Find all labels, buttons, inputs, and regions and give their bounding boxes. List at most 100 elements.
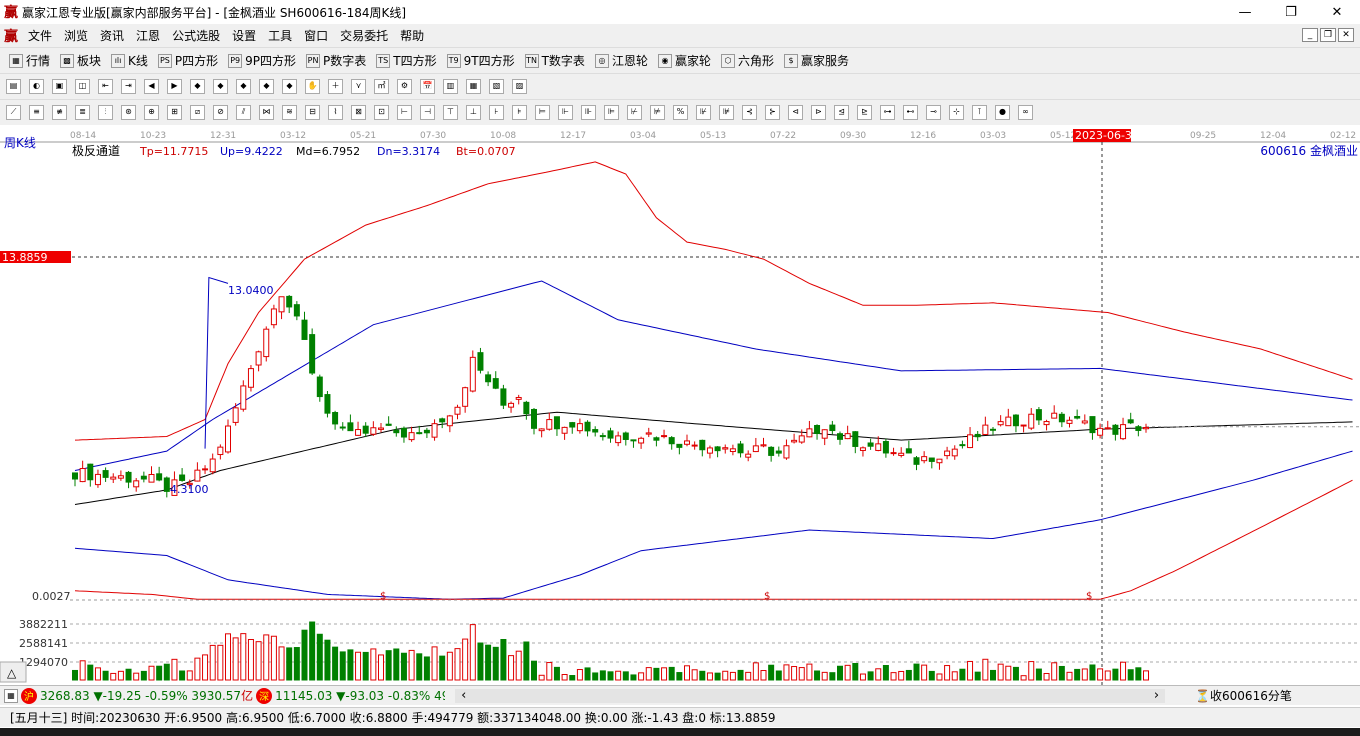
candle-down[interactable] xyxy=(301,319,308,340)
candle-up[interactable] xyxy=(446,415,453,427)
candle-up[interactable] xyxy=(798,435,805,443)
candle-down[interactable] xyxy=(156,473,163,481)
close-button[interactable]: ✕ xyxy=(1314,0,1360,24)
candle-up[interactable] xyxy=(508,402,515,408)
candle-up[interactable] xyxy=(576,423,583,432)
drawing-tool-icon[interactable]: ⊛ xyxy=(121,105,136,120)
tool-icon[interactable]: ▤ xyxy=(6,79,21,94)
candle-up[interactable] xyxy=(806,428,813,438)
candle-up[interactable] xyxy=(722,447,729,450)
toolbar-button[interactable]: TN T数字表 xyxy=(522,52,588,69)
toolbar-button[interactable]: PS P四方形 xyxy=(155,52,221,69)
drawing-tool-icon[interactable]: ⊥ xyxy=(466,105,481,120)
candle-up[interactable] xyxy=(240,385,247,410)
tool-icon[interactable]: 📅 xyxy=(420,79,435,94)
candle-up[interactable] xyxy=(1104,427,1111,430)
candle-up[interactable] xyxy=(951,448,958,457)
scroll-left-button[interactable]: ‹ xyxy=(461,688,466,703)
candle-up[interactable] xyxy=(370,427,377,435)
candle-down[interactable] xyxy=(1089,416,1096,434)
tool-icon[interactable]: ◆ xyxy=(259,79,274,94)
candle-up[interactable] xyxy=(194,469,201,482)
candle-down[interactable] xyxy=(140,475,147,480)
candle-up[interactable] xyxy=(729,448,736,453)
drawing-tool-icon[interactable]: ⊺ xyxy=(972,105,987,120)
mdi-close-button[interactable]: ✕ xyxy=(1338,28,1354,42)
drawing-tool-icon[interactable]: ∞ xyxy=(1018,105,1033,120)
candle-down[interactable] xyxy=(1035,409,1042,421)
candle-up[interactable] xyxy=(117,475,124,479)
candle-down[interactable] xyxy=(500,388,507,406)
candle-up[interactable] xyxy=(79,468,86,483)
candle-up[interactable] xyxy=(982,424,989,435)
candle-up[interactable] xyxy=(684,440,690,445)
tool-icon[interactable]: ⋎ xyxy=(351,79,366,94)
menu-item[interactable]: 帮助 xyxy=(394,27,430,44)
toolbar-button[interactable]: ◎ 江恩轮 xyxy=(592,52,651,69)
candle-up[interactable] xyxy=(1005,416,1012,427)
candle-up[interactable] xyxy=(691,444,698,447)
drawing-tool-icon[interactable]: ⋈ xyxy=(259,105,274,120)
candle-up[interactable] xyxy=(661,435,668,438)
candle-up[interactable] xyxy=(1043,421,1050,426)
candle-up[interactable] xyxy=(967,434,974,449)
drawing-tool-icon[interactable]: ⊷ xyxy=(903,105,918,120)
tool-icon[interactable]: ◐ xyxy=(29,79,44,94)
tool-icon[interactable]: ＋ xyxy=(328,79,343,94)
drawing-tool-icon[interactable]: ⫽ xyxy=(236,105,251,120)
candle-down[interactable] xyxy=(553,416,560,430)
candle-down[interactable] xyxy=(622,432,629,440)
candle-up[interactable] xyxy=(546,419,553,430)
tool-icon[interactable]: ◆ xyxy=(236,79,251,94)
candle-down[interactable] xyxy=(416,432,423,435)
candle-up[interactable] xyxy=(378,427,384,430)
candle-up[interactable] xyxy=(232,407,239,423)
candle-up[interactable] xyxy=(462,387,469,407)
candle-down[interactable] xyxy=(492,378,499,389)
drawing-tool-icon[interactable]: ⊯ xyxy=(719,105,734,120)
candle-down[interactable] xyxy=(393,429,400,434)
candle-down[interactable] xyxy=(905,448,912,454)
candle-down[interactable] xyxy=(1135,426,1142,431)
candle-up[interactable] xyxy=(1143,426,1149,430)
candle-down[interactable] xyxy=(714,446,721,452)
candle-down[interactable] xyxy=(439,418,446,423)
candle-down[interactable] xyxy=(316,376,323,398)
tool-icon[interactable]: ◆ xyxy=(190,79,205,94)
candle-down[interactable] xyxy=(485,374,492,383)
candle-down[interactable] xyxy=(814,425,821,434)
candle-up[interactable] xyxy=(454,406,461,415)
candle-down[interactable] xyxy=(362,425,369,434)
candle-up[interactable] xyxy=(1081,420,1088,424)
candle-down[interactable] xyxy=(332,412,339,425)
tool-icon[interactable]: ㎡ xyxy=(374,79,389,94)
drawing-tool-icon[interactable]: ⊘ xyxy=(213,105,228,120)
candle-up[interactable] xyxy=(783,445,790,459)
kline-chart[interactable]: 08-14 10-23 12-31 03-12 05-21 07-30 10-08 12-17… xyxy=(0,127,1360,685)
candle-up[interactable] xyxy=(94,473,101,486)
candle-up[interactable] xyxy=(255,351,262,366)
menu-item[interactable]: 浏览 xyxy=(58,27,94,44)
candle-down[interactable] xyxy=(959,444,966,447)
tool-icon[interactable]: ▨ xyxy=(512,79,527,94)
toolbar-button[interactable]: ▦ 行情 xyxy=(6,52,53,69)
candle-down[interactable] xyxy=(125,471,132,483)
candle-up[interactable] xyxy=(538,428,545,432)
drawing-tool-icon[interactable]: ⊕ xyxy=(144,105,159,120)
menu-item[interactable]: 公式选股 xyxy=(166,27,226,44)
candle-down[interactable] xyxy=(286,295,293,308)
menu-item[interactable]: 江恩 xyxy=(130,27,166,44)
candle-up[interactable] xyxy=(1028,413,1035,429)
candle-up[interactable] xyxy=(217,446,224,456)
drawing-tool-icon[interactable]: ⊫ xyxy=(604,105,619,120)
candle-up[interactable] xyxy=(561,426,568,434)
drawing-tool-icon[interactable]: ⊬ xyxy=(627,105,642,120)
candle-down[interactable] xyxy=(163,477,170,492)
candle-down[interactable] xyxy=(1112,424,1119,435)
candle-down[interactable] xyxy=(1012,414,1019,427)
candle-down[interactable] xyxy=(928,457,935,462)
drawing-tool-icon[interactable]: ⊦ xyxy=(489,105,504,120)
candle-down[interactable] xyxy=(179,474,186,481)
candle-down[interactable] xyxy=(523,401,530,415)
candle-up[interactable] xyxy=(1097,427,1104,436)
